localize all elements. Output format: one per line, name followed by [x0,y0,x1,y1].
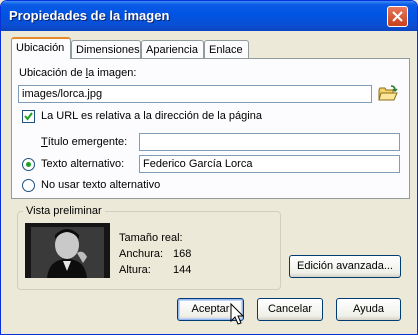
no-alt-text-radio[interactable] [22,179,35,192]
help-button[interactable]: Ayuda [336,298,401,321]
help-label: Ayuda [353,303,384,315]
tab-label: Ubicación [16,42,65,54]
alt-text-radio[interactable] [22,158,35,171]
no-alt-text-label: No usar texto alternativo [41,179,161,191]
tab-panel [11,58,410,199]
alt-text-label: Texto alternativo: [41,158,125,170]
accept-label: Aceptar [191,303,230,315]
open-folder-icon [378,85,398,101]
preview-group-title: Vista preliminar [23,205,105,217]
cancel-label: Cancelar [267,303,313,315]
height-value: 144 [173,264,192,276]
location-label: Ubicación de la imagen: [19,67,137,79]
title-bar[interactable]: Propiedades de la imagen [1,1,417,31]
tooltip-input[interactable] [139,133,400,151]
check-icon [24,112,33,121]
advanced-edit-button[interactable]: Edición avanzada... [289,255,401,278]
tab-apariencia[interactable]: Apariencia [141,40,204,60]
tab-label: Apariencia [146,44,198,56]
browse-button[interactable] [377,84,399,104]
relative-url-checkbox[interactable] [22,110,35,123]
tab-label: Enlace [209,44,243,56]
radio-selected-dot [26,162,31,167]
mouse-cursor-icon [230,303,245,325]
close-button[interactable] [387,6,408,27]
relative-url-label: La URL es relativa a la dirección de la … [41,110,262,122]
portrait-photo [25,223,110,278]
tab-label: Dimensiones [76,44,140,56]
dialog-window: Propiedades de la imagen Ubicación Dimen… [0,0,418,335]
real-size-label: Tamaño real: [119,232,183,244]
tab-ubicacion[interactable]: Ubicación [11,37,71,59]
preview-image [25,223,110,278]
location-input[interactable]: images/lorca.jpg [18,85,372,103]
width-value: 168 [173,248,192,260]
height-label: Altura: [119,264,151,276]
window-title: Propiedades de la imagen [9,8,170,23]
tab-enlace[interactable]: Enlace [204,40,249,60]
cancel-button[interactable]: Cancelar [257,298,323,321]
tooltip-label: Título emergente: [41,136,128,148]
tab-dimensiones[interactable]: Dimensiones [71,40,141,60]
advanced-edit-label: Edición avanzada... [296,260,393,272]
alt-text-input[interactable]: Federico García Lorca [139,155,400,173]
width-label: Anchura: [119,248,164,260]
close-icon [392,11,403,22]
